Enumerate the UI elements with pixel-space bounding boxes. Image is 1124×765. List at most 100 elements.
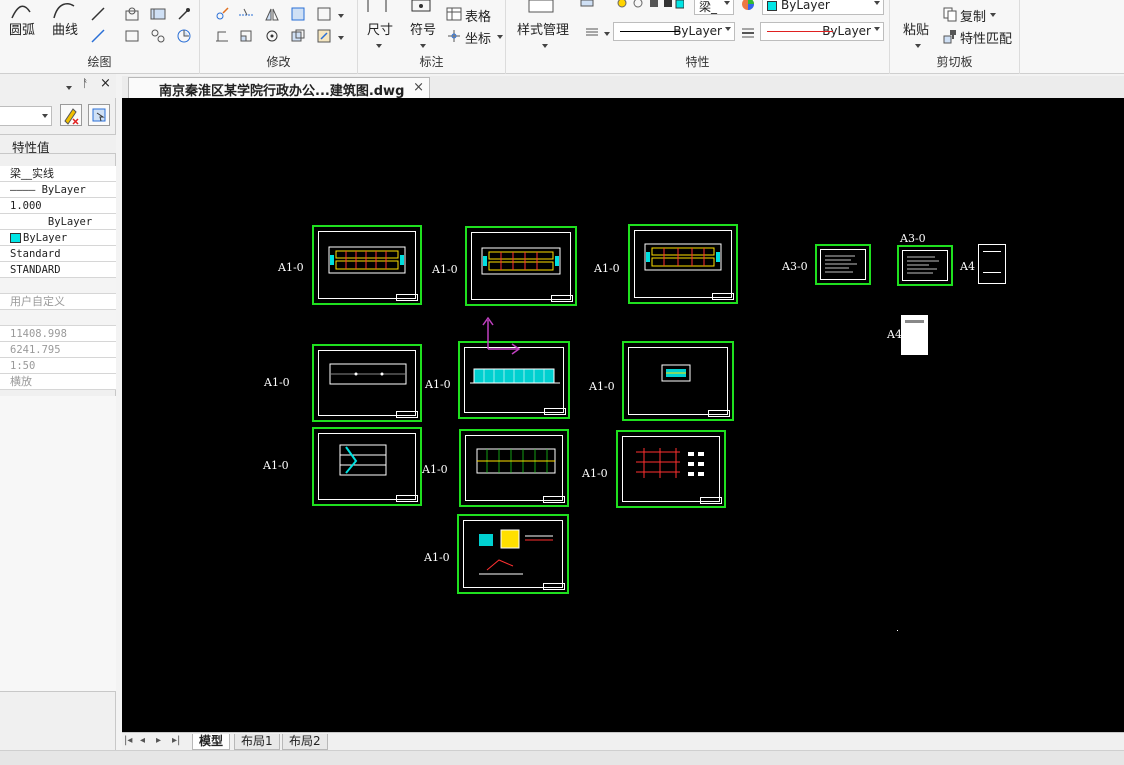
a4-sheet[interactable]	[978, 244, 1006, 284]
first-layout-button[interactable]: |◂	[124, 735, 132, 746]
tab-layout2[interactable]: 布局2	[282, 734, 328, 750]
property-row[interactable]: 梁__实线	[0, 166, 116, 182]
property-row[interactable]: STANDARD	[0, 262, 116, 278]
layer-combo[interactable]: 梁_	[694, 0, 734, 15]
paste-dropdown-icon[interactable]	[913, 38, 921, 53]
layer-tools-icon[interactable]	[580, 0, 594, 8]
copy-object-icon[interactable]	[290, 28, 306, 44]
stretch-icon[interactable]	[214, 28, 230, 44]
dimension-dropdown-icon[interactable]	[374, 38, 382, 53]
property-row[interactable]: 1.000	[0, 198, 116, 214]
copy-button[interactable]: 复制	[960, 6, 986, 25]
paste-button[interactable]: 粘贴	[903, 19, 929, 38]
dimension-button[interactable]: 尺寸	[367, 19, 393, 38]
property-row[interactable]: ———— ByLayer	[0, 182, 116, 198]
coordinate-button[interactable]: 坐标	[465, 28, 491, 47]
property-row[interactable]: ByLayer	[0, 214, 116, 230]
curve-icon[interactable]	[52, 2, 76, 20]
line-icon[interactable]	[90, 6, 106, 22]
a4-sheet[interactable]	[901, 315, 928, 355]
object-selector[interactable]	[0, 106, 52, 126]
property-row[interactable]: 6241.795	[0, 342, 116, 358]
linetype-lines-icon[interactable]	[584, 24, 600, 40]
move-icon[interactable]	[214, 6, 230, 22]
color-wheel-icon[interactable]	[740, 0, 756, 12]
symbol-dropdown-icon[interactable]	[418, 38, 426, 53]
layer-state-icon[interactable]	[614, 0, 684, 10]
curve-button[interactable]: 曲线	[52, 19, 78, 38]
document-close-icon[interactable]: ×	[413, 80, 424, 95]
panel-pin-icon[interactable]: ᚨ	[82, 77, 89, 90]
panel-menu-icon[interactable]	[64, 80, 72, 94]
hatch-icon[interactable]	[150, 6, 166, 22]
array-dropdown-icon[interactable]	[336, 8, 344, 23]
last-layout-button[interactable]: ▸|	[172, 735, 180, 746]
sheet-label: A1-0	[422, 463, 448, 476]
drawing-sheet[interactable]	[312, 344, 422, 422]
coordinate-icon[interactable]	[446, 28, 462, 44]
table-icon[interactable]	[446, 6, 462, 22]
style-manager-button[interactable]: 样式管理	[517, 19, 569, 38]
drawing-sheet[interactable]	[312, 225, 422, 305]
next-layout-button[interactable]: ▸	[156, 735, 161, 746]
quick-select-button[interactable]	[60, 104, 82, 126]
arc-icon[interactable]	[10, 2, 32, 20]
dimension-icon[interactable]	[366, 0, 388, 14]
mirror-icon[interactable]	[264, 6, 280, 22]
drawing-sheet[interactable]	[465, 226, 577, 306]
revision-cloud-icon[interactable]	[176, 28, 192, 44]
drawing-sheet[interactable]	[622, 341, 734, 421]
linetype-dropdown-icon[interactable]	[602, 26, 610, 41]
coordinate-dropdown-icon[interactable]	[495, 29, 503, 44]
trim-icon[interactable]	[238, 6, 254, 22]
drawing-sheet[interactable]	[628, 224, 738, 304]
property-row[interactable]	[0, 278, 116, 294]
linetype-combo[interactable]: ByLayer	[613, 22, 735, 41]
match-properties-icon[interactable]	[942, 28, 958, 44]
property-row[interactable]: 横放	[0, 374, 116, 390]
copy-icon[interactable]	[942, 6, 958, 22]
select-objects-button[interactable]	[88, 104, 110, 126]
table-button[interactable]: 表格	[465, 6, 491, 25]
style-manager-icon[interactable]	[528, 0, 554, 14]
drawing-sheet[interactable]	[457, 514, 569, 594]
drawing-sheet[interactable]	[897, 245, 953, 286]
shape-icon[interactable]	[124, 6, 140, 22]
symbol-icon[interactable]	[410, 0, 432, 14]
drawing-sheet[interactable]	[312, 427, 422, 506]
property-value: ———— ByLayer	[10, 184, 86, 196]
drawing-canvas[interactable]: A1-0 A1-0 A1-0 A1-0 A1-0 A1-0 A1-0 A1-0 …	[122, 98, 1124, 732]
point-icon[interactable]	[176, 6, 192, 22]
rotate-icon[interactable]	[264, 28, 280, 44]
scale-icon[interactable]	[238, 28, 254, 44]
property-row[interactable]: 11408.998	[0, 326, 116, 342]
symbol-button[interactable]: 符号	[410, 19, 436, 38]
drawing-sheet[interactable]	[459, 429, 569, 507]
tab-model[interactable]: 模型	[192, 734, 231, 750]
array-icon[interactable]	[316, 6, 332, 22]
modify-dropdown-icon[interactable]	[336, 30, 344, 45]
style-manager-dropdown-icon[interactable]	[540, 38, 548, 53]
lineweight-combo[interactable]: ByLayer	[760, 22, 884, 41]
property-row[interactable]: ByLayer	[0, 230, 116, 246]
tab-layout1[interactable]: 布局1	[234, 734, 280, 750]
property-row[interactable]: 1:50	[0, 358, 116, 374]
copy-dropdown-icon[interactable]	[988, 7, 996, 22]
drawing-sheet[interactable]	[616, 430, 726, 508]
match-properties-button[interactable]: 特性匹配	[960, 28, 1012, 47]
document-tab[interactable]: 南京秦淮区某学院行政办公...建筑图.dwg ×	[128, 77, 430, 99]
property-row[interactable]: 用户自定义	[0, 294, 116, 310]
polyline-icon[interactable]	[90, 28, 106, 44]
property-row[interactable]	[0, 310, 116, 326]
panel-close-icon[interactable]: ×	[100, 76, 111, 91]
drawing-sheet[interactable]	[815, 244, 871, 285]
property-row[interactable]: Standard	[0, 246, 116, 262]
offset-icon[interactable]	[290, 6, 306, 22]
arc-button[interactable]: 圆弧	[9, 19, 35, 38]
rectangle-icon[interactable]	[124, 28, 140, 44]
explode-icon[interactable]	[316, 28, 332, 44]
lineweight-icon[interactable]	[740, 24, 756, 40]
previous-layout-button[interactable]: ◂	[140, 735, 145, 746]
color-combo[interactable]: ByLayer	[762, 0, 884, 15]
region-icon[interactable]	[150, 28, 166, 44]
